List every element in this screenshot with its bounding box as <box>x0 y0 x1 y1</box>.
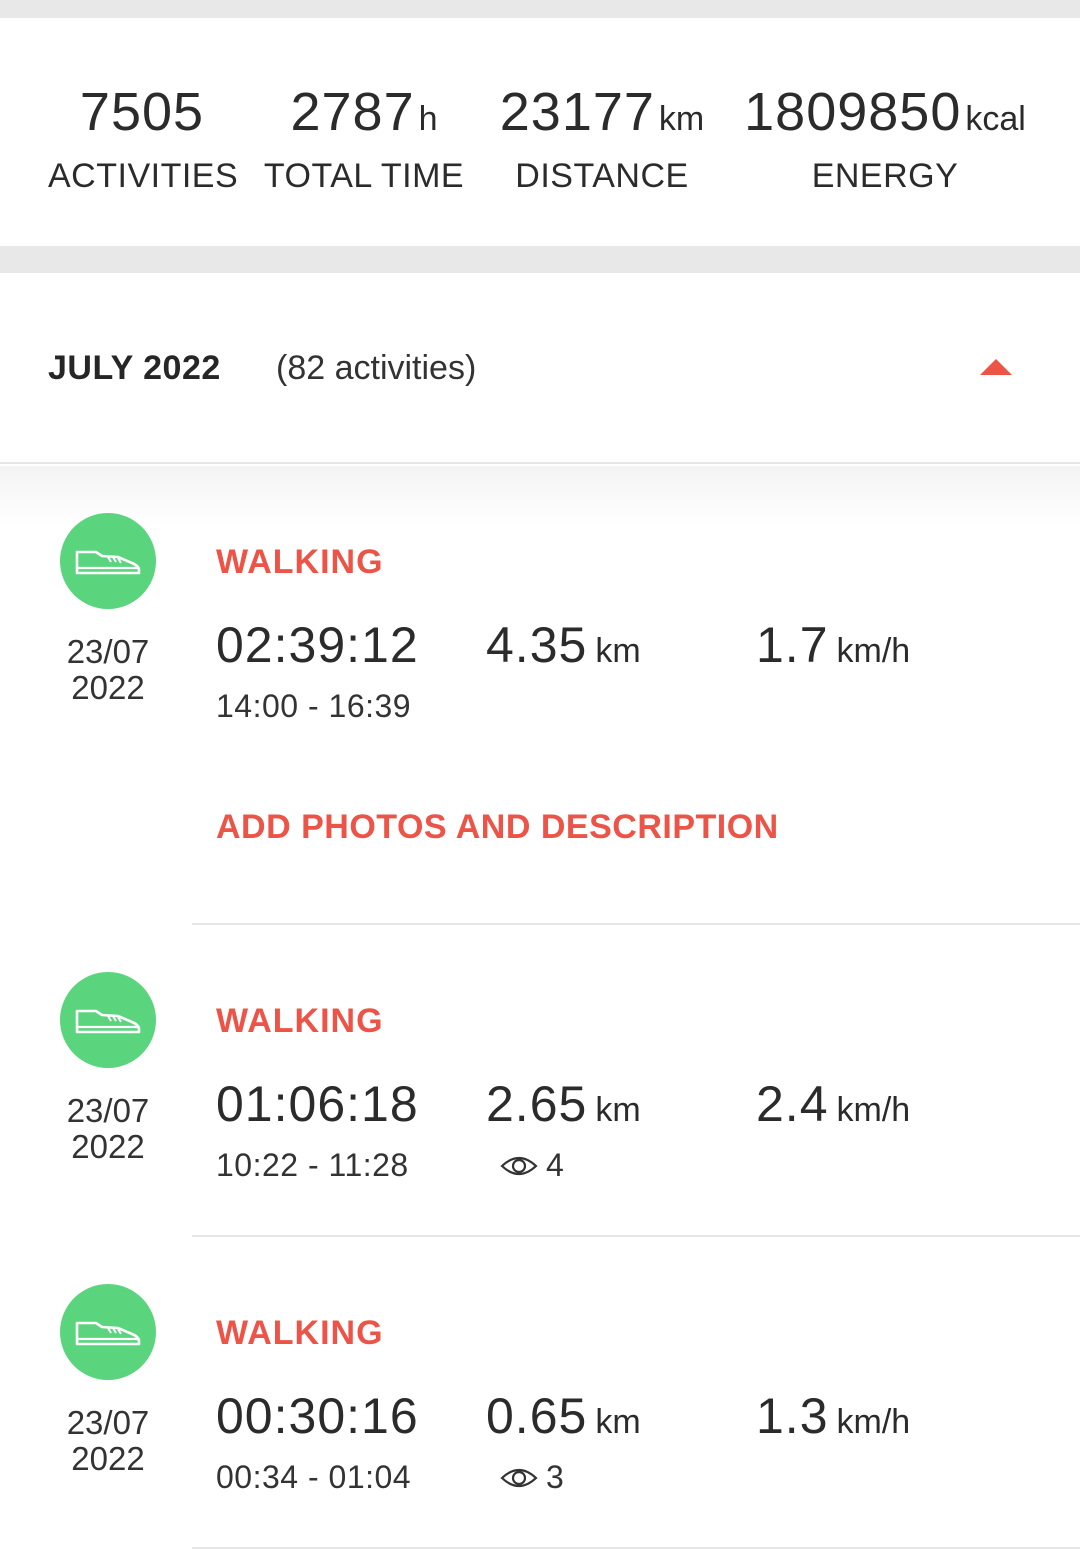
stat-total-time-label: TOTAL TIME <box>263 157 465 195</box>
activity-speed: 1.3 km/h <box>756 1387 910 1445</box>
stat-total-time-unit: h <box>418 100 438 138</box>
activity-views-count: 3 <box>546 1459 564 1495</box>
activity-distance: 0.65 km <box>486 1387 641 1445</box>
stat-distance-unit: km <box>658 100 705 138</box>
activity-date-year: 2022 <box>71 669 145 706</box>
activity-speed-unit: km/h <box>836 1403 911 1441</box>
activity-distance: 2.65 km <box>486 1075 641 1133</box>
list-item[interactable]: 23/07 2022 WALKING 01:06:18 10:22 - 11:2… <box>0 925 1080 1237</box>
activity-views-count: 4 <box>546 1147 564 1183</box>
activity-type: WALKING <box>216 543 384 581</box>
activity-date-day: 23/07 <box>66 1092 150 1129</box>
activity-speed-unit: km/h <box>836 632 911 670</box>
activity-duration: 02:39:12 <box>216 617 419 673</box>
stat-distance: 23177 km DISTANCE <box>492 80 712 198</box>
activity-distance-value: 0.65 <box>486 1388 588 1444</box>
stat-energy-label: ENERGY <box>811 157 959 195</box>
activity-distance-value: 4.35 <box>486 617 588 673</box>
activity-date-day: 23/07 <box>66 1404 150 1441</box>
activity-type: WALKING <box>216 1314 384 1352</box>
activity-type-icon <box>60 972 156 1068</box>
activity-duration: 01:06:18 <box>216 1076 419 1132</box>
activity-type-icon <box>60 513 156 609</box>
activity-views: 3 <box>500 1459 564 1496</box>
activity-distance-unit: km <box>595 1091 641 1129</box>
section-separator <box>0 246 1080 273</box>
activity-time-range: 00:34 - 01:04 <box>216 1459 412 1495</box>
stat-energy-value: 1809850 <box>744 82 962 142</box>
activity-date-year: 2022 <box>71 1440 145 1477</box>
activity-distance: 4.35 km <box>486 616 641 674</box>
stat-activities: 7505 ACTIVITIES <box>48 80 239 198</box>
month-activity-count: (82 activities) <box>276 349 477 387</box>
activity-duration: 00:30:16 <box>216 1388 419 1444</box>
activity-date: 23/07 2022 <box>40 1093 176 1165</box>
stat-activities-value: 7505 <box>79 82 205 142</box>
activity-type-icon <box>60 1284 156 1380</box>
activity-date-year: 2022 <box>71 1128 145 1165</box>
activity-views: 4 <box>500 1147 564 1184</box>
top-band <box>0 0 1080 18</box>
list-item[interactable]: 23/07 2022 WALKING 00:30:16 00:34 - 01:0… <box>0 1237 1080 1549</box>
shoe-icon <box>75 1009 141 1034</box>
shoe-icon <box>75 550 141 575</box>
activity-speed: 1.7 km/h <box>756 616 910 674</box>
shoe-icon <box>75 1321 141 1346</box>
activity-speed-unit: km/h <box>836 1091 911 1129</box>
stat-distance-value: 23177 <box>499 82 655 142</box>
month-header[interactable]: JULY 2022 (82 activities) <box>0 273 1080 464</box>
activity-distance-value: 2.65 <box>486 1076 588 1132</box>
stat-total-time-value: 2787 <box>290 82 415 142</box>
activity-speed: 2.4 km/h <box>756 1075 910 1133</box>
activity-date: 23/07 2022 <box>40 1405 176 1477</box>
eye-icon <box>500 1468 538 1487</box>
activity-time-range: 10:22 - 11:28 <box>216 1147 409 1183</box>
stat-total-time: 2787 h TOTAL TIME <box>262 80 466 198</box>
eye-icon <box>500 1156 538 1175</box>
activity-speed-value: 2.4 <box>756 1076 829 1132</box>
collapse-caret-icon[interactable] <box>980 359 1012 375</box>
activity-date-day: 23/07 <box>66 633 150 670</box>
activity-distance-unit: km <box>595 1403 641 1441</box>
activity-type: WALKING <box>216 1002 384 1040</box>
row-divider <box>192 1547 1080 1549</box>
activity-speed-value: 1.3 <box>756 1388 829 1444</box>
stat-activities-label: ACTIVITIES <box>48 157 239 195</box>
add-photos-description-link[interactable]: ADD PHOTOS AND DESCRIPTION <box>216 808 779 847</box>
stat-energy: 1809850 kcal ENERGY <box>736 80 1034 198</box>
stat-distance-label: DISTANCE <box>515 157 689 195</box>
activity-speed-value: 1.7 <box>756 617 829 673</box>
activity-list: 23/07 2022 WALKING 02:39:12 14:00 - 16:3… <box>0 466 1080 1549</box>
stat-energy-unit: kcal <box>965 100 1026 138</box>
activity-distance-unit: km <box>595 632 641 670</box>
activity-time-range: 14:00 - 16:39 <box>216 688 412 724</box>
list-item[interactable]: 23/07 2022 WALKING 02:39:12 14:00 - 16:3… <box>0 466 1080 925</box>
month-title: JULY 2022 <box>48 349 221 387</box>
activity-date: 23/07 2022 <box>40 634 176 706</box>
